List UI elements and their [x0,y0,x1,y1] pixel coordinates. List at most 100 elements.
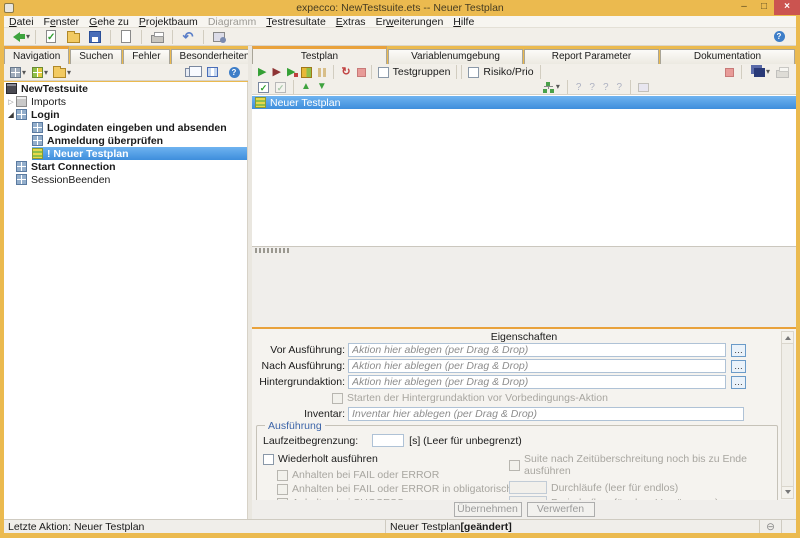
scroll-up-button[interactable] [782,332,793,344]
menu-datei[interactable]: Datei [4,16,39,28]
testplan-icon [255,97,266,108]
stop-icon [357,68,366,77]
close-button[interactable]: × [774,0,800,15]
vor-ausfuehrung-field[interactable] [348,343,726,357]
right-tab-bar: Testplan Variablenumgebung Report Parame… [252,46,796,64]
collapsed-pane-handle[interactable] [255,248,289,253]
duplicate-view-button[interactable] [180,64,200,80]
undo-button[interactable]: ↶ [178,29,198,45]
tree-item-label: Anmeldung überprüfen [47,135,163,147]
menu-erweiterungen[interactable]: Erweiterungen [371,16,449,28]
accept-document-button[interactable] [41,29,61,45]
chevron-down-icon[interactable]: ▾ [26,32,30,41]
tree-item-logindaten[interactable]: Logindaten eingeben und absenden [4,121,247,134]
tree-item-start-connection[interactable]: Start Connection [4,160,247,173]
print-button[interactable] [147,29,167,45]
tab-besonderheiten[interactable]: Besonderheiten [171,49,259,64]
nach-ausfuehrung-browse-button[interactable]: … [731,360,746,373]
tree-item-label: Logindaten eingeben und absenden [47,122,227,134]
new-document-button[interactable] [116,29,136,45]
tree-item-neuer-testplan[interactable]: ! Neuer Testplan [4,147,247,160]
testgruppen-checkbox[interactable] [378,67,389,78]
run-selected-button[interactable]: ▶ [287,66,295,78]
tree-item-login[interactable]: ◢ Login [4,108,247,121]
run-group-icon [301,67,312,78]
testplan-row-selected[interactable]: Neuer Testplan [252,96,796,109]
vor-ausfuehrung-browse-button[interactable]: … [731,344,746,357]
nach-ausfuehrung-field[interactable] [348,359,726,373]
settings-button[interactable] [209,29,229,45]
new-folder-button[interactable]: ▾ [52,64,72,80]
new-action-button[interactable]: ▾ [8,64,28,80]
document-check-icon [46,30,56,43]
tab-testplan[interactable]: Testplan [252,46,387,64]
menu-extras[interactable]: Extras [331,16,371,28]
maximize-button[interactable]: □ [754,0,774,15]
checked-box-icon: ✓ [258,82,269,93]
hintergrundaktion-browse-button[interactable]: … [731,376,746,389]
laufzeitbegrenzung-input[interactable] [372,434,404,447]
chevron-down-icon[interactable]: ▾ [556,81,560,93]
tree-help-button[interactable]: ? [224,64,244,80]
tab-variablenumgebung[interactable]: Variablenumgebung [388,49,523,64]
tab-fehler[interactable]: Fehler [123,49,169,64]
run-button[interactable]: ▶ [258,66,266,78]
menu-testresultate[interactable]: Testresultate [261,16,331,28]
scroll-down-button[interactable] [782,486,793,498]
run-debug-button[interactable]: ▶ [272,66,280,78]
inventar-field[interactable] [348,407,744,421]
tree-item-anmeldung[interactable]: Anmeldung überprüfen [4,134,247,147]
expander-collapsed-icon[interactable]: ▷ [6,98,16,106]
floppy-icon [89,31,101,43]
wiederholt-ausfuehren-checkbox[interactable] [263,454,274,465]
risiko-prio-checkbox[interactable] [468,67,479,78]
run-group-button[interactable] [301,67,312,78]
menu-hilfe[interactable]: Hilfe [448,16,479,28]
save-button[interactable] [85,29,105,45]
rerun-icon: ↻ [341,66,350,78]
lower-detail-pane [252,246,796,327]
move-down-button[interactable]: ▼ [317,81,327,93]
rerun-failed-button[interactable]: ↻ [341,66,350,78]
chevron-down-icon[interactable]: ▾ [67,68,71,77]
verwerfen-button[interactable]: Verwerfen [527,502,595,517]
menu-bar: Datei Fenster Gehe zu Projektbaum Diagra… [4,16,796,28]
menu-diagramm: Diagramm [203,16,261,28]
menu-projektbaum[interactable]: Projektbaum [134,16,203,28]
tab-navigation[interactable]: Navigation [4,46,69,64]
report-format-button[interactable]: ▾ [749,66,770,78]
tab-dokumentation[interactable]: Dokumentation [660,49,795,64]
tree-item-imports[interactable]: ▷ Imports [4,95,247,108]
tab-suchen[interactable]: Suchen [70,49,122,64]
uebernehmen-button[interactable]: Übernehmen [454,502,522,517]
back-arrow-icon [8,32,25,42]
tree-item-newtestsuite[interactable]: NewTestsuite [4,82,247,95]
testplan-row-label: Neuer Testplan [270,97,340,109]
tab-report-parameter[interactable]: Report Parameter [524,49,659,64]
chevron-down-icon[interactable]: ▾ [766,66,770,78]
windows-icon [185,68,196,77]
history-back-button[interactable]: ▾ [8,29,30,45]
chevron-down-icon[interactable]: ▾ [22,68,26,77]
status-last-action: Letzte Aktion: Neuer Testplan [4,520,386,533]
check-all-button[interactable]: ✓ [258,82,269,93]
properties-scrollbar[interactable] [781,331,794,499]
laufzeitbegrenzung-suffix: [s] (Leer für unbegrenzt) [409,435,522,447]
play-badge-icon: ▶ [287,66,295,78]
block-icon [16,161,27,172]
menu-gehe-zu[interactable]: Gehe zu [84,16,134,28]
tree-item-sessionbeenden[interactable]: SessionBeenden [4,173,247,186]
expander-expanded-icon[interactable]: ◢ [6,111,16,119]
minimize-button[interactable]: – [734,0,754,15]
block-icon [32,135,43,146]
save-view-button[interactable] [202,64,222,80]
connection-menu-button[interactable]: ▾ [542,81,560,93]
move-up-button[interactable]: ▲ [301,81,311,93]
open-button[interactable] [63,29,83,45]
tree-toolbar: ▾ ▾ ▾ ? [4,64,248,81]
menu-fenster[interactable]: Fenster [39,16,85,28]
new-testcase-button[interactable]: ▾ [30,64,50,80]
hintergrundaktion-field[interactable] [348,375,726,389]
chevron-down-icon[interactable]: ▾ [44,68,48,77]
help-button[interactable]: ? [769,29,789,45]
